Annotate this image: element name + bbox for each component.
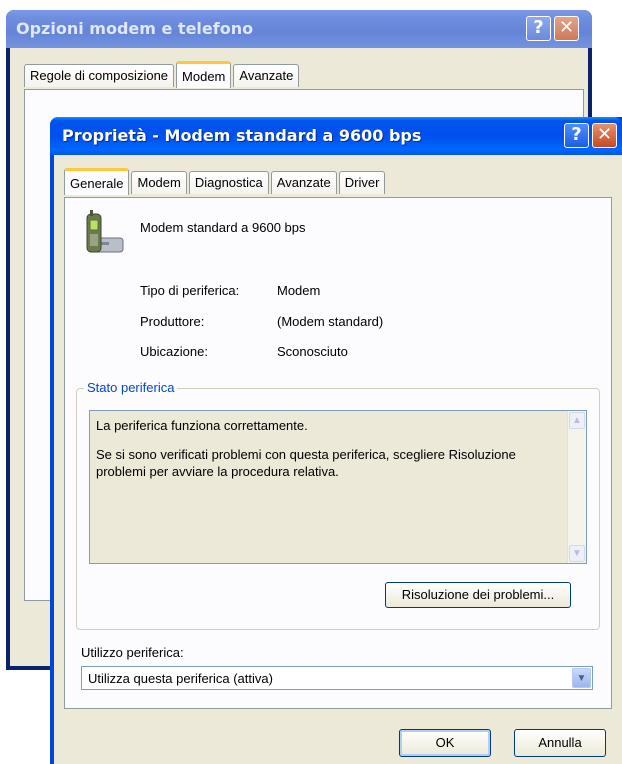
- troubleshoot-button[interactable]: Risoluzione dei problemi...: [385, 582, 571, 608]
- ok-button[interactable]: OK: [399, 729, 491, 757]
- tab-modem[interactable]: Modem: [176, 61, 232, 88]
- location-label: Ubicazione:: [140, 344, 208, 359]
- dialog-titlebar[interactable]: Proprietà - Modem standard a 9600 bps ? …: [50, 117, 622, 155]
- status-line-1: La periferica funziona correttamente.: [96, 418, 308, 433]
- status-line-2: Se si sono verificati problemi con quest…: [96, 447, 516, 479]
- tab-modem[interactable]: Modem: [131, 171, 187, 194]
- manufacturer-value: (Modem standard): [277, 314, 384, 329]
- device-usage-label: Utilizzo periferica:: [81, 645, 184, 660]
- device-status-title: Stato periferica: [84, 380, 178, 395]
- tab-avanzate[interactable]: Avanzate: [270, 171, 337, 194]
- general-tab-panel: Modem standard a 9600 bps Tipo di perife…: [64, 197, 612, 709]
- tab-diagnostica[interactable]: Diagnostica: [188, 171, 269, 194]
- tab-regole-di-composizione[interactable]: Regole di composizione: [24, 64, 175, 87]
- device-status-text: La periferica funziona correttamente. Se…: [96, 417, 546, 492]
- background-window-title: Opzioni modem e telefono: [16, 19, 254, 38]
- device-type-label: Tipo di periferica:: [140, 283, 240, 298]
- dialog-tabstrip: Generale Modem Diagnostica Avanzate Driv…: [64, 167, 387, 195]
- dialog-title: Proprietà - Modem standard a 9600 bps: [62, 126, 422, 145]
- device-usage-select[interactable]: Utilizza questa periferica (attiva) ▼: [81, 666, 593, 690]
- properties-dialog: Proprietà - Modem standard a 9600 bps ? …: [50, 117, 622, 764]
- manufacturer-label: Produttore:: [140, 314, 205, 329]
- dialog-help-icon[interactable]: ?: [564, 123, 589, 148]
- scroll-up-icon[interactable]: ▲: [569, 412, 585, 429]
- tab-driver[interactable]: Driver: [338, 171, 386, 194]
- background-tabstrip: Regole di composizione Modem Avanzate: [24, 60, 301, 88]
- chevron-down-icon[interactable]: ▼: [572, 668, 591, 688]
- close-icon[interactable]: ✕: [554, 16, 579, 41]
- scroll-down-icon[interactable]: ▼: [569, 545, 585, 562]
- tab-generale[interactable]: Generale: [64, 168, 130, 195]
- status-scrollbar[interactable]: ▲ ▼: [567, 411, 586, 563]
- device-usage-value: Utilizza questa periferica (attiva): [88, 671, 273, 686]
- modem-phone-icon: [86, 210, 124, 253]
- location-value: Sconosciuto: [277, 344, 348, 359]
- device-name: Modem standard a 9600 bps: [140, 220, 306, 235]
- background-window-titlebar[interactable]: Opzioni modem e telefono ? ✕: [6, 10, 592, 48]
- cancel-button[interactable]: Annulla: [514, 729, 606, 757]
- device-type-value: Modem: [277, 283, 321, 298]
- dialog-client: Generale Modem Diagnostica Avanzate Driv…: [54, 155, 622, 764]
- help-icon[interactable]: ?: [526, 16, 551, 41]
- tab-avanzate[interactable]: Avanzate: [233, 64, 300, 87]
- device-status-textbox[interactable]: La periferica funziona correttamente. Se…: [89, 410, 587, 564]
- dialog-close-icon[interactable]: ✕: [592, 123, 617, 148]
